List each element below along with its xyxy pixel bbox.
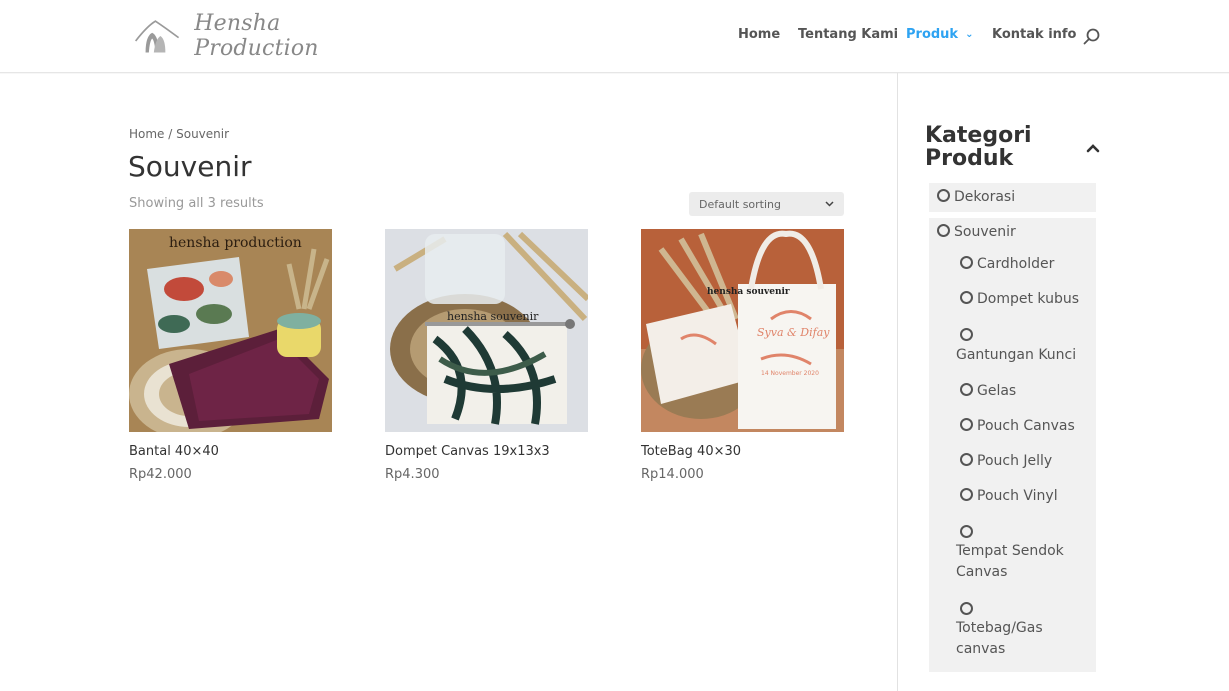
sort-selected-value: Default sorting bbox=[699, 197, 781, 211]
subcategory-pouch-jelly[interactable]: Pouch Jelly bbox=[960, 453, 1052, 469]
chevron-down-icon bbox=[825, 201, 834, 207]
radio-icon bbox=[960, 453, 973, 466]
site-header: Hensha Production Home Tentang Kami Prod… bbox=[0, 0, 1229, 73]
subcategory-label: Pouch Canvas bbox=[977, 418, 1075, 434]
subcategory-tempat-sendok-canvas[interactable]: Tempat Sendok Canvas bbox=[956, 541, 1076, 583]
widget-title-line2: Produk bbox=[925, 146, 1014, 171]
product-name[interactable]: Dompet Canvas 19x13x3 bbox=[385, 444, 588, 459]
subcategory-dompet-kubus[interactable]: Dompet kubus bbox=[960, 291, 1079, 307]
category-item-box bbox=[929, 218, 1096, 672]
page-title: Souvenir bbox=[128, 150, 252, 183]
category-dekorasi[interactable]: Dekorasi bbox=[937, 189, 1015, 205]
product-image[interactable] bbox=[129, 229, 332, 432]
category-label: Souvenir bbox=[954, 224, 1016, 240]
nav-tentang-kami[interactable]: Tentang Kami bbox=[798, 27, 898, 42]
nav-kontak-info[interactable]: Kontak info bbox=[992, 27, 1077, 42]
product-card[interactable]: ToteBag 40×30 Rp14.000 bbox=[641, 229, 844, 482]
subcategory-gantungan-kunci[interactable]: Gantungan Kunci bbox=[956, 345, 1086, 366]
logo-text: Hensha Production bbox=[194, 11, 319, 61]
sort-select[interactable]: Default sorting bbox=[689, 192, 844, 216]
product-image-caption: hensha souvenir bbox=[707, 287, 790, 297]
radio-icon[interactable] bbox=[960, 602, 973, 615]
radio-icon[interactable] bbox=[960, 525, 973, 538]
subcategory-pouch-canvas[interactable]: Pouch Canvas bbox=[960, 418, 1075, 434]
sidebar-divider bbox=[897, 73, 898, 691]
product-name[interactable]: Bantal 40×40 bbox=[129, 444, 332, 459]
radio-icon bbox=[960, 256, 973, 269]
radio-icon bbox=[960, 291, 973, 304]
subcategory-label: Dompet kubus bbox=[977, 291, 1080, 307]
nav-home[interactable]: Home bbox=[738, 27, 780, 42]
results-count: Showing all 3 results bbox=[129, 196, 264, 211]
breadcrumb: Home / Souvenir bbox=[129, 127, 229, 141]
nav-produk[interactable]: Produk ⌄ bbox=[906, 27, 973, 42]
site-logo[interactable]: Hensha Production bbox=[134, 11, 374, 61]
subcategory-label: Pouch Vinyl bbox=[977, 488, 1058, 504]
radio-icon bbox=[960, 488, 973, 501]
product-name[interactable]: ToteBag 40×30 bbox=[641, 444, 844, 459]
widget-title-line1: Kategori bbox=[925, 123, 1032, 148]
subcategory-cardholder[interactable]: Cardholder bbox=[960, 256, 1054, 272]
chevron-down-icon: ⌄ bbox=[965, 29, 974, 40]
subcategory-label: Gelas bbox=[977, 383, 1017, 399]
product-price: Rp42.000 bbox=[129, 467, 192, 482]
product-card[interactable]: Dompet Canvas 19x13x3 Rp4.300 bbox=[385, 229, 588, 482]
category-souvenir[interactable]: Souvenir bbox=[937, 224, 1016, 240]
subcategory-gelas[interactable]: Gelas bbox=[960, 383, 1016, 399]
totebag-print-text: Syva & Difay bbox=[757, 326, 830, 339]
tent-logo-icon bbox=[134, 20, 180, 53]
radio-icon bbox=[960, 383, 973, 396]
product-card[interactable]: Bantal 40×40 Rp42.000 bbox=[129, 229, 332, 482]
widget-title: Kategori Produk bbox=[925, 124, 1075, 170]
product-image[interactable] bbox=[385, 229, 588, 432]
product-image-caption: hensha production bbox=[169, 235, 302, 251]
subcategory-totebag-gas-canvas[interactable]: Totebag/Gas canvas bbox=[956, 618, 1056, 660]
radio-icon bbox=[937, 224, 950, 237]
radio-icon bbox=[960, 418, 973, 431]
category-label: Dekorasi bbox=[954, 189, 1016, 205]
radio-icon bbox=[937, 189, 950, 202]
subcategory-label: Cardholder bbox=[977, 256, 1055, 272]
subcategory-label: Pouch Jelly bbox=[977, 453, 1053, 469]
chevron-up-icon[interactable] bbox=[1085, 140, 1101, 156]
subcategory-pouch-vinyl[interactable]: Pouch Vinyl bbox=[960, 488, 1058, 504]
breadcrumb-current: Souvenir bbox=[176, 127, 230, 141]
product-image-caption: hensha souvenir bbox=[447, 310, 539, 323]
product-price: Rp14.000 bbox=[641, 467, 704, 482]
breadcrumb-separator: / bbox=[164, 127, 177, 141]
breadcrumb-home[interactable]: Home bbox=[129, 127, 164, 141]
nav-produk-label: Produk bbox=[906, 27, 959, 42]
totebag-print-date: 14 November 2020 bbox=[761, 370, 819, 377]
search-icon[interactable] bbox=[1083, 28, 1100, 45]
radio-icon[interactable] bbox=[960, 328, 973, 341]
product-price: Rp4.300 bbox=[385, 467, 440, 482]
